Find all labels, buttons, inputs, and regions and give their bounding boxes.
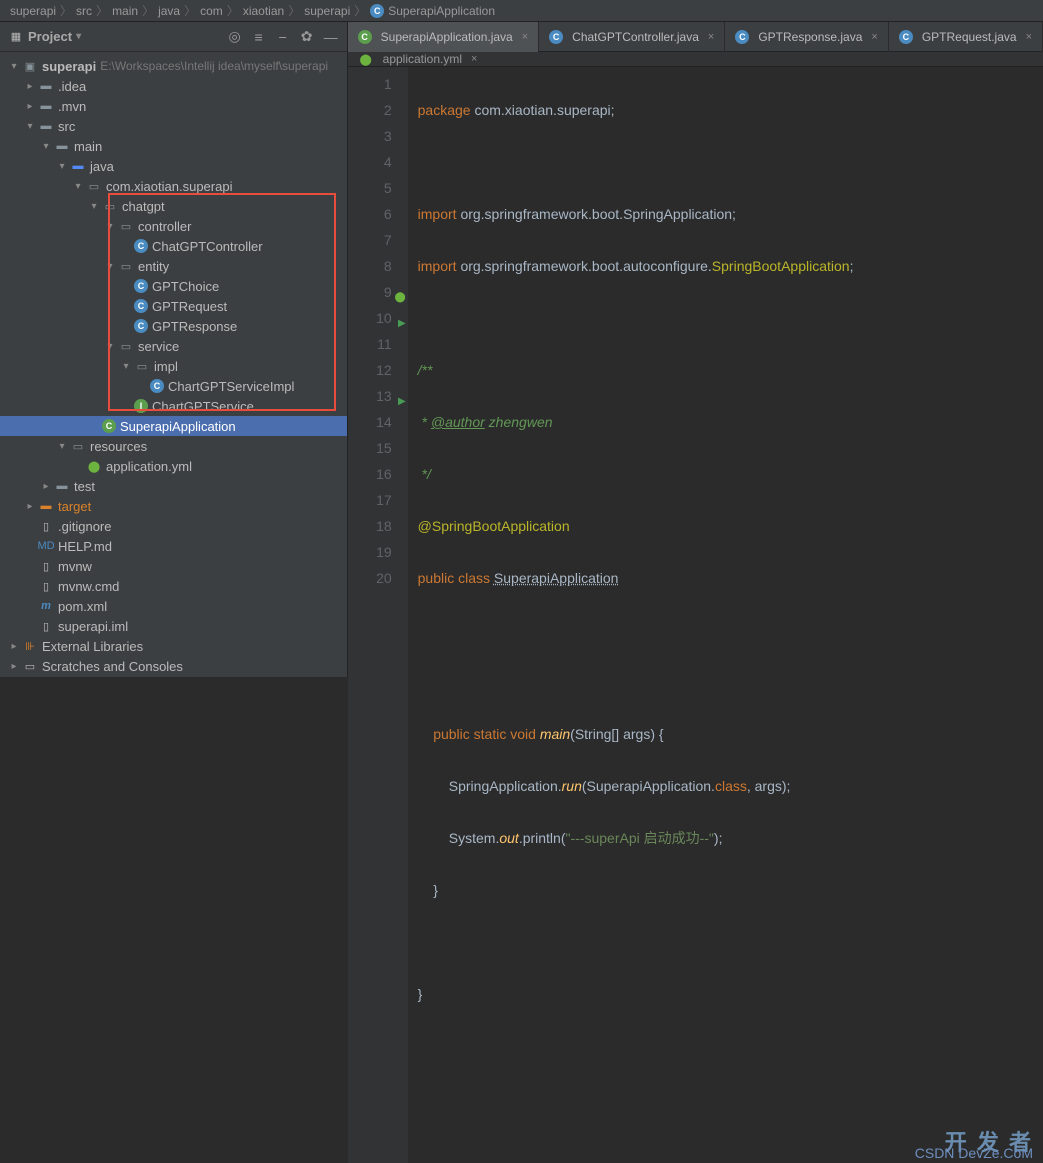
bc-item[interactable]: xiaotian [243, 4, 284, 18]
subtab-row: ⬤application.yml× [348, 52, 1043, 67]
tree-item-superapiapplication[interactable]: CSuperapiApplication [0, 416, 347, 436]
tab-superapiapp[interactable]: CSuperapiApplication.java× [348, 22, 540, 52]
tree-item-mvn[interactable]: ▸▬.mvn [0, 96, 347, 116]
collapse-icon[interactable]: ⎯ [275, 29, 291, 45]
tree-item-chatgptcontroller[interactable]: CChatGPTController [0, 236, 347, 256]
tree-item-target[interactable]: ▸▬target [0, 496, 347, 516]
settings-icon[interactable]: ✿ [299, 29, 315, 45]
chevron-down-icon: ▾ [76, 31, 81, 42]
subtab-applicationyml[interactable]: ⬤application.yml× [348, 52, 488, 66]
tree-item-extlib[interactable]: ▸⊪External Libraries [0, 636, 347, 656]
bc-item[interactable]: superapi [304, 4, 350, 18]
tree-item-helpmd[interactable]: MDHELP.md [0, 536, 347, 556]
tab-gptrequest[interactable]: CGPTRequest.java× [889, 22, 1043, 52]
expand-icon[interactable]: ≡ [251, 29, 267, 45]
tree-item-java[interactable]: ▾▬java [0, 156, 347, 176]
close-icon[interactable]: × [708, 31, 714, 43]
tree-item-main[interactable]: ▾▬main [0, 136, 347, 156]
bc-item[interactable]: com [200, 4, 223, 18]
tree-item-mvnwcmd[interactable]: ▯mvnw.cmd [0, 576, 347, 596]
gutter: 1 2 3 4 5 6 7 8 9⬤ 10▶ 11 12 13▶ 14 15 1… [348, 67, 408, 1163]
tree-item-idea[interactable]: ▸▬.idea [0, 76, 347, 96]
tree-item-applicationyml[interactable]: ⬤application.yml [0, 456, 347, 476]
editor-tabs: CSuperapiApplication.java× CChatGPTContr… [348, 22, 1043, 52]
tree-item-gitignore[interactable]: ▯.gitignore [0, 516, 347, 536]
tree-item-gptchoice[interactable]: CGPTChoice [0, 276, 347, 296]
bc-item[interactable]: superapi [10, 4, 56, 18]
tree-item-chartgptservice[interactable]: IChartGPTService [0, 396, 347, 416]
code-content[interactable]: package com.xiaotian.superapi; import or… [408, 67, 1043, 1163]
bc-item[interactable]: SuperapiApplication [388, 4, 495, 18]
select-opened-icon[interactable]: ◎ [227, 29, 243, 45]
tree-item-package[interactable]: ▾▭com.xiaotian.superapi [0, 176, 347, 196]
tab-gptresponse[interactable]: CGPTResponse.java× [725, 22, 889, 52]
watermark-sub: CSDN DevZe.CoM [915, 1145, 1033, 1161]
breadcrumbs: superapi〉 src〉 main〉 java〉 com〉 xiaotian… [0, 0, 1043, 22]
bc-item[interactable]: main [112, 4, 138, 18]
tree-item-entity[interactable]: ▾▭entity [0, 256, 347, 276]
tree-root[interactable]: ▾▣superapiE:\Workspaces\Intellij idea\my… [0, 56, 347, 76]
tree-item-resources[interactable]: ▾▭resources [0, 436, 347, 456]
tree-item-chatgpt[interactable]: ▾▭chatgpt [0, 196, 347, 216]
tree-item-test[interactable]: ▸▬test [0, 476, 347, 496]
tree-item-mvnw[interactable]: ▯mvnw [0, 556, 347, 576]
project-panel: ▦ Project▾ ◎ ≡ ⎯ ✿ — ▾▣superapiE:\Worksp… [0, 22, 348, 677]
tree-item-impl[interactable]: ▾▭impl [0, 356, 347, 376]
close-icon[interactable]: × [1026, 31, 1032, 43]
tree-item-controller[interactable]: ▾▭controller [0, 216, 347, 236]
project-tree: ▾▣superapiE:\Workspaces\Intellij idea\my… [0, 52, 347, 677]
bc-item[interactable]: java [158, 4, 180, 18]
tree-item-chartgptserviceimpl[interactable]: CChartGPTServiceImpl [0, 376, 347, 396]
close-icon[interactable]: × [871, 31, 877, 43]
tree-item-service[interactable]: ▾▭service [0, 336, 347, 356]
code-editor[interactable]: 1 2 3 4 5 6 7 8 9⬤ 10▶ 11 12 13▶ 14 15 1… [348, 67, 1043, 1163]
bc-item[interactable]: src [76, 4, 92, 18]
tree-item-scratches[interactable]: ▸▭Scratches and Consoles [0, 656, 347, 676]
tree-item-src[interactable]: ▾▬src [0, 116, 347, 136]
tree-item-gptresponse[interactable]: CGPTResponse [0, 316, 347, 336]
close-icon[interactable]: × [522, 31, 528, 43]
tree-item-superapiiml[interactable]: ▯superapi.iml [0, 616, 347, 636]
panel-header: ▦ Project▾ ◎ ≡ ⎯ ✿ — [0, 22, 347, 52]
hide-icon[interactable]: — [323, 29, 339, 45]
panel-title[interactable]: Project▾ [28, 29, 227, 44]
close-icon[interactable]: × [471, 53, 477, 65]
tab-chatgptcontroller[interactable]: CChatGPTController.java× [539, 22, 725, 52]
class-icon: C [370, 4, 384, 18]
tree-item-pomxml[interactable]: mpom.xml [0, 596, 347, 616]
tree-item-gptrequest[interactable]: CGPTRequest [0, 296, 347, 316]
project-icon: ▦ [8, 30, 24, 44]
editor-panel: CSuperapiApplication.java× CChatGPTContr… [348, 22, 1043, 677]
